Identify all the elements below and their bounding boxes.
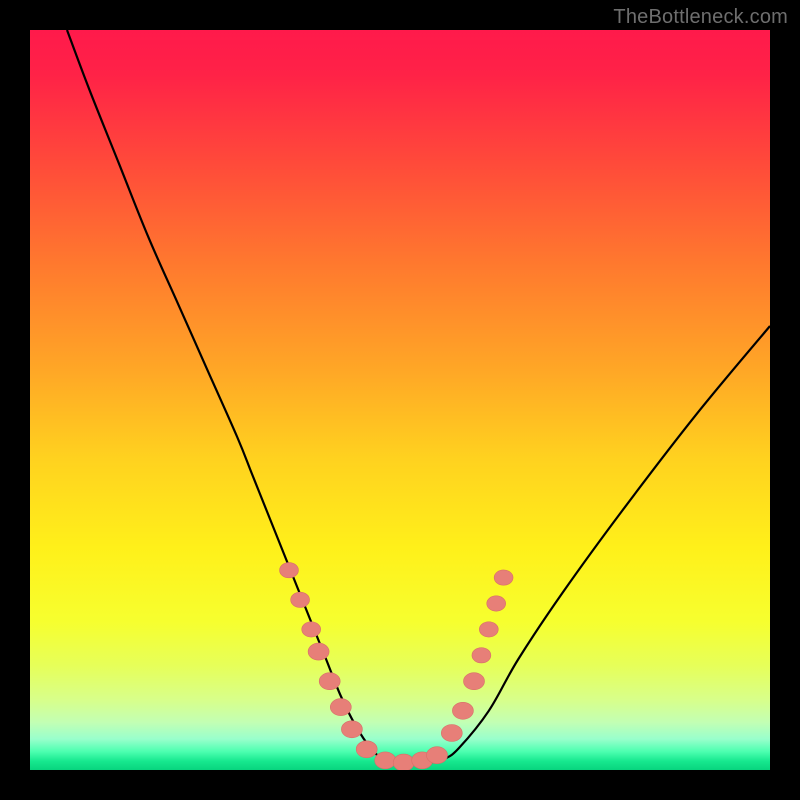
marker-dot (302, 622, 321, 637)
marker-dot (472, 648, 491, 663)
chart-stage: TheBottleneck.com (0, 0, 800, 800)
curve-layer (30, 30, 770, 770)
marker-dot (487, 596, 506, 611)
marker-dot (308, 643, 329, 660)
marker-dot (393, 754, 414, 770)
marker-dot (452, 702, 473, 719)
marker-dot (464, 673, 485, 690)
marker-dot (441, 725, 462, 742)
watermark-text: TheBottleneck.com (613, 6, 788, 29)
marker-dot (356, 741, 377, 758)
marker-dot (319, 673, 340, 690)
bottleneck-curve (67, 30, 770, 764)
plot-area (30, 30, 770, 770)
marker-dot (479, 622, 498, 637)
marker-dot (494, 570, 513, 585)
marker-dot (375, 752, 396, 769)
marker-dot (291, 592, 310, 607)
marker-points (280, 563, 514, 770)
marker-dot (330, 699, 351, 716)
marker-dot (341, 721, 362, 738)
marker-dot (280, 563, 299, 578)
marker-dot (427, 747, 448, 764)
